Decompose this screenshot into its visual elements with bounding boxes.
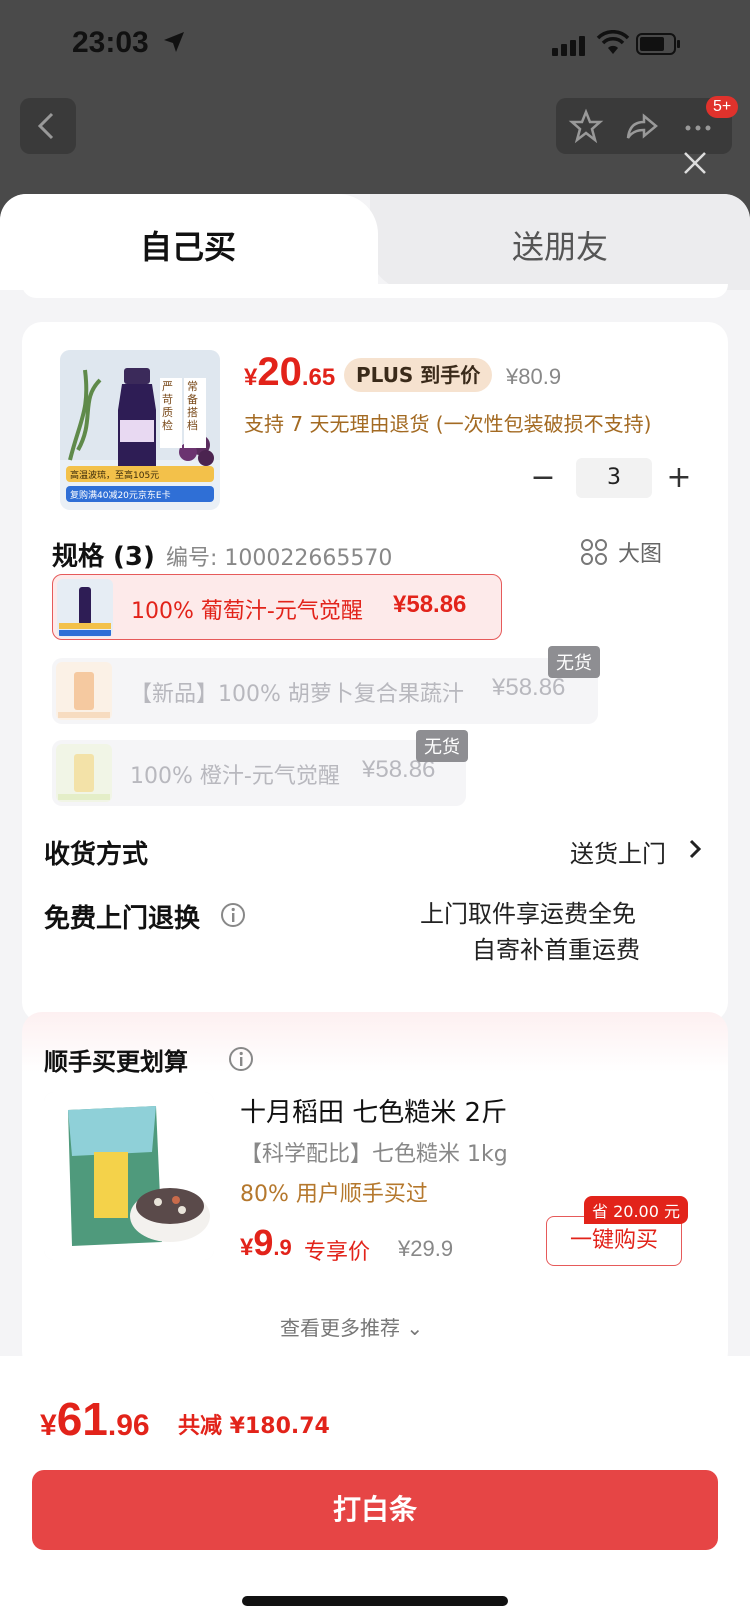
- product-card: 严苛质检 常备搭档 高温波琉，至高105元 复购满40减20元京东E卡 ¥20.…: [22, 322, 728, 1022]
- recommended-product-image[interactable]: [44, 1092, 214, 1260]
- rice-bag-illustration: [44, 1092, 214, 1260]
- back-button[interactable]: [20, 98, 76, 154]
- checkout-bar: ¥61.96 共减 ¥180.74 打白条: [0, 1356, 750, 1624]
- quantity-decrease-button[interactable]: −: [528, 460, 558, 496]
- option-name: 【新品】100% 胡萝卜复合果蔬汁: [130, 682, 464, 707]
- info-icon[interactable]: [220, 902, 246, 928]
- plus-price-tag: PLUS 到手价: [344, 358, 493, 392]
- quantity-increase-button[interactable]: +: [662, 458, 696, 498]
- option-thumbnail: [57, 579, 113, 637]
- free-return-label: 免费上门退换: [44, 904, 201, 934]
- out-of-stock-badge: 无货: [548, 646, 600, 678]
- pay-baitiao-button[interactable]: 打白条: [32, 1470, 718, 1550]
- thumb-banner-1: 高温波琉，至高105元: [70, 471, 160, 481]
- close-icon[interactable]: [680, 148, 710, 178]
- see-more-link[interactable]: 查看更多推荐 ⌄: [280, 1312, 423, 1341]
- chevron-right-icon[interactable]: [686, 838, 704, 860]
- product-code: 编号: 100022665570: [166, 546, 393, 571]
- share-icon[interactable]: [624, 108, 660, 144]
- message-badge: 5+: [706, 96, 739, 118]
- star-icon[interactable]: [568, 108, 604, 144]
- total-discount: 共减 ¥180.74: [178, 1414, 330, 1439]
- free-return-line2: 自寄补首重运费: [472, 936, 640, 964]
- option-name: 100% 橙汁-元气觉醒: [130, 764, 340, 789]
- delivery-value[interactable]: 送货上门: [570, 834, 666, 869]
- tab-gift-friend[interactable]: 送朋友: [512, 222, 608, 268]
- spec-option-grape[interactable]: 100% 葡萄汁-元气觉醒 ¥58.86: [52, 574, 502, 640]
- cellular-signal-icon: [552, 36, 585, 56]
- delivery-label: 收货方式: [44, 840, 149, 870]
- quantity-input[interactable]: 3: [576, 458, 652, 498]
- recommended-product-subtitle: 【科学配比】七色糙米 1kg: [240, 1142, 508, 1167]
- option-price: ¥58.86: [393, 591, 467, 618]
- divider-strip: [22, 284, 728, 298]
- recommended-product-name[interactable]: 十月稻田 七色糙米 2斤: [240, 1092, 507, 1129]
- info-icon[interactable]: [228, 1046, 254, 1072]
- recommended-buyers-stat: 80% 用户顺手买过: [240, 1182, 428, 1207]
- thumb-label-right: 常备搭档: [187, 380, 198, 432]
- recommended-price: ¥9.9: [240, 1222, 292, 1263]
- thumb-label-left: 严苛质检: [162, 380, 173, 432]
- home-indicator: [242, 1596, 508, 1606]
- spec-title: 规格 (3): [52, 542, 155, 572]
- thumb-banner-2: 复购满40减20元京东E卡: [70, 491, 171, 501]
- spec-option-carrot[interactable]: 【新品】100% 胡萝卜复合果蔬汁 ¥58.86: [52, 658, 598, 724]
- location-arrow-icon: [164, 32, 184, 52]
- save-amount-tag: 省 20.00 元: [584, 1196, 688, 1224]
- grid-view-icon[interactable]: [580, 538, 608, 566]
- total-price: ¥61.96: [40, 1393, 150, 1445]
- return-policy-note: 支持 7 天无理由退货 (一次性包装破损不支持): [244, 412, 652, 436]
- option-thumbnail: [56, 662, 112, 720]
- out-of-stock-badge: 无货: [416, 730, 468, 762]
- option-price: ¥58.86: [492, 674, 566, 701]
- product-price: ¥20.65: [244, 350, 336, 394]
- status-time: 23:03: [72, 26, 149, 59]
- recommendation-card: 顺手买更划算 十月稻田 七色糙米 2斤 【科学配比】七色糙米 1kg 80% 用…: [22, 1012, 728, 1372]
- big-image-toggle[interactable]: 大图: [618, 536, 662, 568]
- product-image: 严苛质检 常备搭档 高温波琉，至高105元 复购满40减20元京东E卡: [60, 350, 220, 510]
- option-name: 100% 葡萄汁-元气觉醒: [131, 599, 363, 624]
- wifi-icon: [596, 30, 630, 54]
- original-price: ¥80.9: [506, 364, 562, 389]
- status-bar: 23:03: [0, 0, 750, 90]
- recommendation-title: 顺手买更划算: [44, 1048, 188, 1076]
- tab-buy-self[interactable]: 自己买: [140, 222, 236, 268]
- option-thumbnail: [56, 744, 112, 802]
- exclusive-price-label: 专享价: [304, 1240, 371, 1265]
- battery-icon: [636, 33, 680, 55]
- free-return-line1: 上门取件享运费全免: [420, 900, 636, 928]
- chevron-left-icon: [37, 112, 54, 140]
- recommended-original-price: ¥29.9: [398, 1236, 454, 1261]
- spec-option-orange[interactable]: 100% 橙汁-元气觉醒 ¥58.86: [52, 740, 466, 806]
